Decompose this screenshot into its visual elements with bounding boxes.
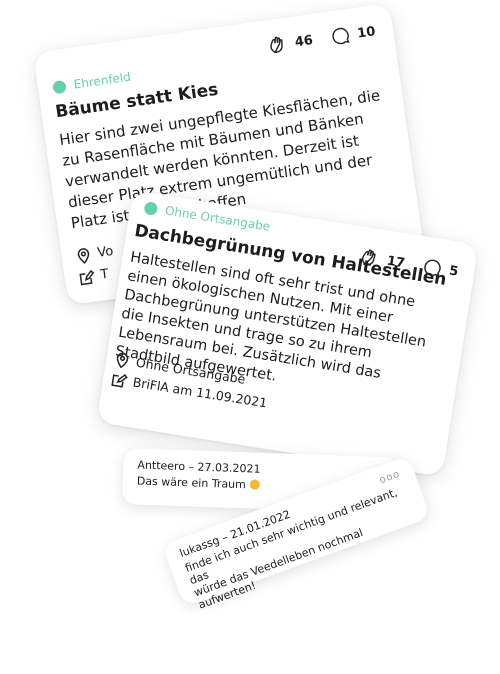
district-dot-icon: [143, 200, 159, 216]
edit-icon: [79, 270, 95, 286]
map-pin-icon: [116, 352, 129, 369]
like-stat[interactable]: 46: [267, 30, 314, 56]
author-line: T: [77, 263, 118, 290]
map-pin-icon: [77, 248, 90, 264]
smiling-face-emoji-icon: [249, 479, 260, 490]
card-stats: 46 10: [267, 21, 377, 56]
district-dot-icon: [52, 79, 67, 94]
author-text: T: [99, 266, 110, 283]
district-label: Ehrenfeld: [72, 69, 132, 92]
card-header: Ehrenfeld: [52, 70, 132, 95]
card-meta: Vo T: [74, 241, 118, 290]
like-count: 46: [293, 32, 314, 50]
comment-count: 5: [448, 263, 460, 280]
speech-bubble-icon: [332, 27, 350, 45]
comment-count: 10: [356, 23, 377, 42]
location-text: Vo: [96, 243, 115, 261]
comment-stat[interactable]: 10: [329, 21, 376, 47]
edit-icon: [111, 373, 128, 388]
comment-text-content: Das wäre ein Traum: [136, 474, 247, 492]
clap-hand-icon: [270, 36, 283, 54]
